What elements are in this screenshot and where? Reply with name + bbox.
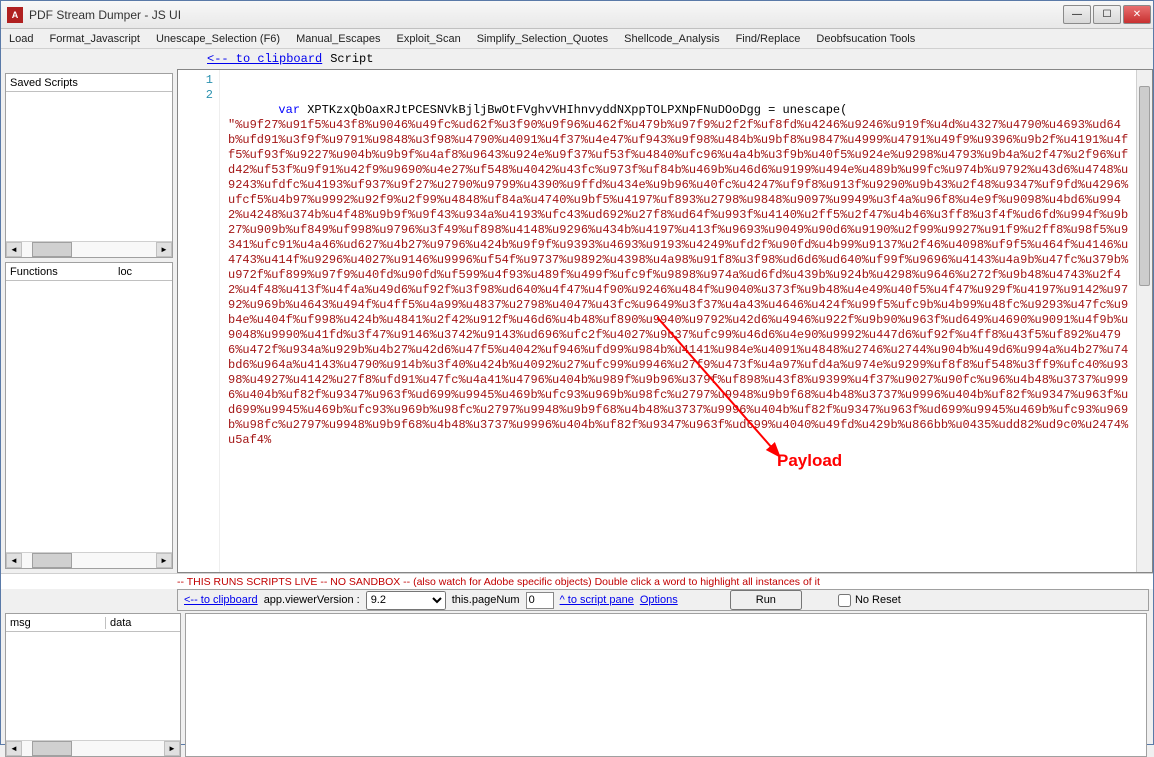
msg-scroll[interactable]: ◄► [6, 740, 180, 756]
options-link[interactable]: Options [640, 594, 678, 606]
close-button[interactable]: ✕ [1123, 5, 1151, 24]
menu-manual-escapes[interactable]: Manual_Escapes [296, 33, 380, 45]
menubar: Load Format_Javascript Unescape_Selectio… [1, 29, 1153, 49]
output-panel[interactable] [185, 613, 1147, 757]
code-line-1 [228, 88, 235, 102]
page-num-label: this.pageNum [452, 594, 520, 606]
data-header: data [106, 617, 180, 629]
script-label: Script [330, 52, 373, 66]
no-reset-label: No Reset [855, 594, 901, 606]
to-clipboard-bottom[interactable]: <-- to clipboard [184, 594, 258, 606]
warning-bar: -- THIS RUNS SCRIPTS LIVE -- NO SANDBOX … [1, 573, 1153, 589]
line-num-2: 2 [178, 88, 213, 103]
functions-scroll[interactable]: ◄► [6, 552, 172, 568]
no-reset-checkbox[interactable] [838, 594, 851, 607]
menu-find-replace[interactable]: Find/Replace [736, 33, 801, 45]
line-num-1: 1 [178, 73, 213, 88]
run-button[interactable]: Run [730, 590, 802, 610]
saved-scroll[interactable]: ◄► [6, 241, 172, 257]
menu-unescape[interactable]: Unescape_Selection (F6) [156, 33, 280, 45]
viewer-version-select[interactable]: 9.2 [366, 591, 446, 610]
menu-format-js[interactable]: Format_Javascript [49, 33, 139, 45]
msg-header: msg [6, 617, 106, 629]
code-line-2: var XPTKzxQbOaxRJtPCESNVkBjljBwOtFVghvVH… [228, 103, 1128, 447]
viewer-version-label: app.viewerVersion : [264, 594, 360, 606]
code-vertical-scroll[interactable] [1136, 70, 1152, 572]
window-title: PDF Stream Dumper - JS UI [29, 8, 1063, 22]
menu-load[interactable]: Load [9, 33, 33, 45]
loc-header: loc [118, 266, 168, 278]
saved-scripts-header: Saved Scripts [10, 77, 168, 89]
menu-shellcode[interactable]: Shellcode_Analysis [624, 33, 719, 45]
menu-exploit-scan[interactable]: Exploit_Scan [396, 33, 460, 45]
to-script-pane[interactable]: ^ to script pane [560, 594, 634, 606]
minimize-button[interactable]: — [1063, 5, 1091, 24]
functions-header: Functions [10, 266, 118, 278]
app-icon: A [7, 7, 23, 23]
page-num-input[interactable] [526, 592, 554, 609]
maximize-button[interactable]: ☐ [1093, 5, 1121, 24]
code-editor[interactable]: 1 2 var XPTKzxQbOaxRJtPCESNVkBjljBwOtFVg… [177, 69, 1153, 573]
menu-simplify-quotes[interactable]: Simplify_Selection_Quotes [477, 33, 608, 45]
to-clipboard-top[interactable]: <-- to clipboard [207, 52, 322, 66]
menu-deobf[interactable]: Deobfsucation Tools [816, 33, 915, 45]
